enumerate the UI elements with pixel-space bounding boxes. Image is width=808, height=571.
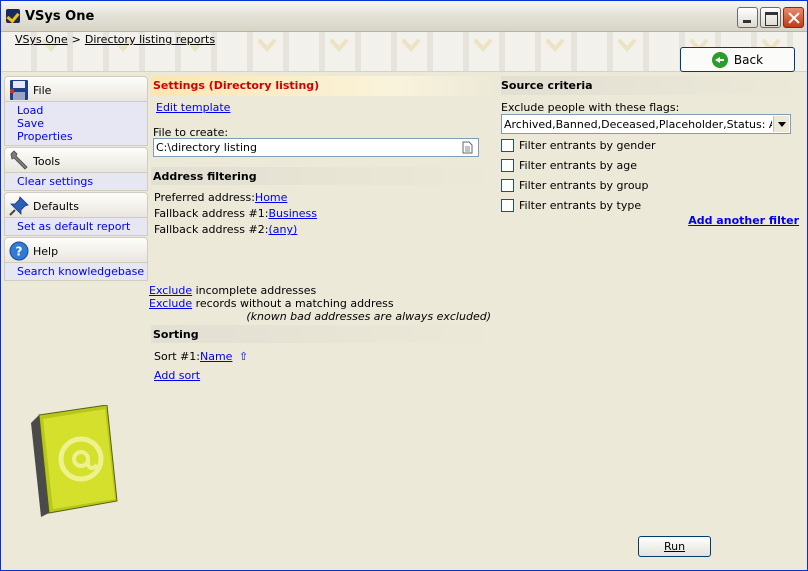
back-arrow-icon bbox=[711, 51, 728, 68]
app-logo-icon bbox=[6, 9, 20, 23]
source-criteria-panel: Source criteria Exclude people with thes… bbox=[501, 76, 803, 227]
filter-age-row[interactable]: Filter entrants by age bbox=[501, 157, 637, 173]
settings-section-header: Settings (Directory listing) bbox=[151, 76, 497, 96]
pushpin-icon bbox=[9, 196, 29, 216]
sidebar-items-tools: Clear settings bbox=[4, 173, 148, 191]
bad-address-note: (known bad addresses are always excluded… bbox=[246, 310, 491, 323]
sidebar-section-title: File bbox=[33, 84, 52, 97]
floppy-disk-icon bbox=[10, 80, 28, 100]
source-criteria-header: Source criteria bbox=[501, 76, 803, 95]
filter-gender-row[interactable]: Filter entrants by gender bbox=[501, 137, 656, 153]
edit-template-link[interactable]: Edit template bbox=[156, 101, 230, 114]
sidebar: File Load Save Properties Tools Clear se… bbox=[4, 76, 148, 282]
filter-age-label: Filter entrants by age bbox=[519, 158, 638, 172]
sidebar-item-load[interactable]: Load bbox=[17, 104, 147, 117]
banner-chevron-icon bbox=[545, 38, 565, 52]
sidebar-item-properties[interactable]: Properties bbox=[17, 130, 147, 143]
title-bar[interactable]: VSys One bbox=[1, 1, 807, 32]
exclude-flags-select[interactable]: Archived,Banned,Deceased,Placeholder,Sta… bbox=[501, 114, 791, 134]
sort-1-label: Sort #1: bbox=[154, 350, 200, 363]
sidebar-item-clear-settings[interactable]: Clear settings bbox=[17, 175, 147, 188]
address-filtering-header: Address filtering bbox=[151, 167, 497, 185]
sidebar-items-file: Load Save Properties bbox=[4, 102, 148, 146]
fallback-address-2-label: Fallback address #2: bbox=[154, 223, 269, 236]
preferred-address-link[interactable]: Home bbox=[255, 191, 287, 204]
filter-type-label: Filter entrants by type bbox=[519, 198, 642, 212]
dropdown-arrow-icon[interactable] bbox=[773, 116, 789, 132]
banner-chevron-icon bbox=[329, 38, 349, 52]
breadcrumb: VSys One > Directory listing reports bbox=[15, 33, 215, 46]
window-title: VSys One bbox=[25, 9, 95, 24]
exclusion-options: Exclude incomplete addresses Exclude rec… bbox=[149, 284, 495, 323]
exclude-incomplete-text: incomplete addresses bbox=[192, 284, 317, 297]
exclude-no-match-text: records without a matching address bbox=[192, 297, 394, 310]
add-another-filter-link[interactable]: Add another filter bbox=[688, 214, 799, 227]
back-button-label: Back bbox=[733, 52, 764, 67]
sidebar-section-file: File bbox=[4, 76, 148, 102]
banner-chevron-icon bbox=[473, 38, 493, 52]
wrench-icon bbox=[10, 150, 28, 170]
svg-text:?: ? bbox=[16, 245, 23, 259]
banner-chevron-icon bbox=[401, 38, 421, 52]
sidebar-section-title: Tools bbox=[33, 155, 61, 168]
exclude-no-match-link[interactable]: Exclude bbox=[149, 297, 192, 310]
sort-direction-icon[interactable]: ⇧ bbox=[239, 350, 248, 363]
minimize-button[interactable] bbox=[737, 7, 758, 28]
filter-type-row[interactable]: Filter entrants by type bbox=[501, 197, 641, 213]
add-sort-link[interactable]: Add sort bbox=[154, 369, 200, 382]
sidebar-item-set-default-report[interactable]: Set as default report bbox=[17, 220, 147, 233]
browse-file-icon[interactable] bbox=[462, 141, 473, 154]
filter-gender-label: Filter entrants by gender bbox=[519, 138, 656, 152]
filter-gender-checkbox[interactable] bbox=[501, 138, 514, 152]
filter-age-checkbox[interactable] bbox=[501, 158, 514, 172]
banner-chevron-icon bbox=[257, 38, 277, 52]
sort-1-field-link[interactable]: Name bbox=[200, 350, 232, 363]
filter-group-label: Filter entrants by group bbox=[519, 178, 649, 192]
settings-panel: Settings (Directory listing) Edit templa… bbox=[149, 76, 497, 382]
breadcrumb-root-link[interactable]: VSys One bbox=[15, 33, 68, 46]
exclude-flags-label: Exclude people with these flags: bbox=[501, 101, 680, 114]
preferred-address-label: Preferred address: bbox=[154, 191, 255, 204]
run-button-label: Run bbox=[663, 540, 686, 553]
sorting-header: Sorting bbox=[151, 325, 497, 343]
sidebar-items-help: Search knowledgebase bbox=[4, 263, 148, 281]
sidebar-item-search-knowledgebase[interactable]: Search knowledgebase bbox=[17, 265, 147, 278]
sidebar-section-title: Defaults bbox=[33, 200, 79, 213]
sidebar-section-title: Help bbox=[33, 245, 59, 258]
close-button[interactable] bbox=[783, 7, 804, 28]
exclude-flags-value: Archived,Banned,Deceased,Placeholder,Sta… bbox=[504, 118, 772, 131]
sidebar-items-defaults: Set as default report bbox=[4, 218, 148, 236]
address-book-icon bbox=[31, 405, 118, 517]
app-window: VSys One VSys One > Directory listing repo… bbox=[0, 0, 808, 571]
exclude-incomplete-link[interactable]: Exclude bbox=[149, 284, 192, 297]
sidebar-section-help: ? Help bbox=[4, 237, 148, 263]
filter-group-row[interactable]: Filter entrants by group bbox=[501, 177, 649, 193]
sort-1-row: Sort #1:Name ⇧ bbox=[154, 350, 248, 363]
breadcrumb-separator: > bbox=[71, 33, 81, 46]
maximize-button[interactable] bbox=[760, 7, 781, 28]
run-button[interactable]: Run bbox=[638, 536, 711, 557]
file-to-create-value: C:\directory listing bbox=[156, 141, 257, 154]
filter-type-checkbox[interactable] bbox=[501, 198, 514, 212]
sidebar-section-defaults: Defaults bbox=[4, 192, 148, 218]
sidebar-section-tools: Tools bbox=[4, 147, 148, 173]
fallback-address-1-label: Fallback address #1: bbox=[154, 207, 269, 220]
filter-group-checkbox[interactable] bbox=[501, 178, 514, 192]
fallback-address-2-link[interactable]: (any) bbox=[268, 223, 297, 236]
breadcrumb-current-link[interactable]: Directory listing reports bbox=[85, 33, 215, 46]
banner-chevron-icon bbox=[617, 38, 637, 52]
help-icon: ? bbox=[9, 241, 29, 261]
sidebar-item-save[interactable]: Save bbox=[17, 117, 147, 130]
back-button[interactable]: Back bbox=[680, 47, 795, 72]
fallback-address-1-link[interactable]: Business bbox=[268, 207, 317, 220]
address-filtering-options: Preferred address:Home Fallback address … bbox=[154, 190, 317, 238]
file-to-create-field[interactable]: C:\directory listing bbox=[153, 138, 479, 157]
